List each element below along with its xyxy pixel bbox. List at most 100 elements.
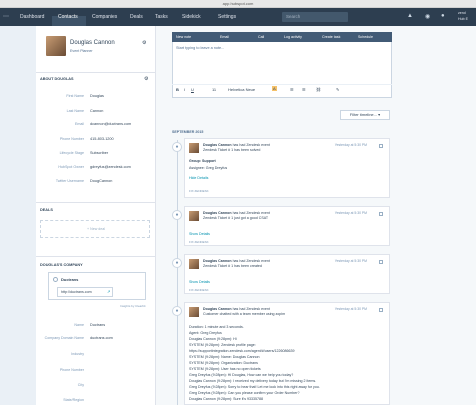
chat-line: Greg Dreyfus (9:28pm): Hi Douglas, How c… (189, 373, 294, 377)
pin-icon[interactable] (379, 144, 383, 148)
nav-companies[interactable]: Companies (92, 14, 117, 20)
menu-icon[interactable]: ⋯ (3, 13, 9, 20)
about-gear-icon[interactable]: ⚙ (144, 76, 148, 82)
company-card[interactable]: Ductrans http://ductrans.com ↗ (48, 272, 146, 300)
underline-icon[interactable]: U (191, 87, 194, 92)
last-name-label: Last Name (66, 109, 84, 113)
timeline-line (177, 140, 178, 405)
clearbit-note: Insights by Clearbit (120, 304, 146, 308)
attach-icon[interactable]: ✎ (336, 87, 339, 92)
timeline-card: Douglas Cannon has had Zendesk event Yes… (184, 206, 390, 246)
gear-icon[interactable]: ⚙ (142, 40, 146, 46)
state-label: State/Region (63, 398, 84, 402)
top-nav: ⋯ Dashboard Contacts Companies Deals Tas… (0, 8, 476, 34)
chat-line: SYSTEM (9:28pm): Name: Douglas Cannon (189, 355, 260, 359)
numbered-list-icon[interactable]: ☰ (302, 87, 306, 92)
chat-line: Agent: Greg Dreyfus (189, 331, 222, 335)
first-name-label: First Name (66, 94, 84, 98)
sidekick-icon[interactable]: ◉ (425, 13, 430, 20)
italic-icon[interactable]: I (184, 87, 185, 92)
link-icon[interactable]: ⛓ (316, 87, 321, 92)
divider (36, 202, 156, 203)
format-toolbar: B I U 11 Helvetica Neue A ☰ ☰ ⛓ ✎ (172, 84, 392, 92)
filter-timeline-button[interactable]: Filter timeline... ▾ (340, 110, 390, 120)
event-avatar (189, 143, 199, 153)
timeline-card: Douglas Cannon has had Zendesk event Yes… (184, 138, 390, 198)
tab-call[interactable]: Call (258, 35, 264, 39)
event-footer: FIX ZENDESK (189, 189, 209, 193)
event-subtitle: Customer chatted with a team member usin… (203, 312, 286, 316)
tab-create-task[interactable]: Create task (322, 35, 340, 39)
chat-line: Douglas Cannon (9:28pm): I received my d… (189, 379, 317, 383)
hide-details-link[interactable]: Hide Details (189, 176, 208, 180)
timeline-card: Douglas Cannon has had Zendesk event Yes… (184, 254, 390, 294)
pin-icon[interactable] (379, 308, 383, 312)
chat-line: Duration: 1 minute and 3 seconds. (189, 325, 244, 329)
event-avatar (189, 211, 199, 221)
app-window: app.hubspot.com ⋯ Dashboard Contacts Com… (0, 0, 476, 405)
lifecycle-value[interactable]: Subscriber (90, 151, 108, 155)
chat-line: Greg Dreyfus (9:28pm): Can you please co… (189, 391, 300, 395)
email-label: Email (75, 122, 84, 126)
phone-value[interactable]: 415-803-1200 (90, 137, 114, 141)
external-link-icon[interactable]: ↗ (107, 289, 110, 294)
show-details-link[interactable]: Show Details (189, 232, 210, 236)
chat-line: https://supportintegration.zendesk.com/a… (189, 349, 295, 353)
event-subtitle: Zendesk Ticket # 1 just got a good CSAT (203, 216, 269, 220)
first-name-value[interactable]: Douglas (90, 94, 104, 98)
timeline-dot: ● (172, 306, 182, 316)
email-value[interactable]: dcannon@ductrans.com (90, 122, 131, 126)
search-input[interactable]: Search (282, 12, 348, 22)
highlight-icon[interactable]: A (272, 86, 277, 91)
event-time: Yesterday at 5:30 PM (334, 259, 367, 263)
contact-sidebar (36, 26, 156, 405)
font-size-select[interactable]: 11 (212, 87, 216, 92)
academy-icon[interactable]: ▲ (407, 13, 413, 19)
nav-settings[interactable]: Settings (218, 14, 236, 20)
company-url-link[interactable]: http://ductrans.com (57, 287, 113, 297)
pin-icon[interactable] (379, 260, 383, 264)
deals-heading: DEALS (40, 208, 53, 212)
event-subtitle: Zendesk Ticket # 1 has been solved (203, 148, 261, 152)
divider (36, 256, 156, 257)
last-name-value[interactable]: Cannon (90, 109, 103, 113)
note-textarea[interactable]: Start typing to leave a note... (176, 46, 224, 50)
timeline-month: SEPTEMBER 2015 (172, 130, 204, 134)
browser-titlebar: app.hubspot.com (0, 0, 476, 8)
nav-sidekick[interactable]: Sidekick (182, 14, 201, 20)
event-footer: FIX ZENDESK (189, 288, 209, 292)
tab-log-activity[interactable]: Log activity (284, 35, 302, 39)
owner-value[interactable]: gdreyfus@zendesk.com (90, 165, 131, 169)
company-name: Ductrans (61, 277, 79, 282)
chat-line: SYSTEM (9:28pm): Organization: Ductrans (189, 361, 258, 365)
new-deal-button[interactable]: + New deal (40, 220, 150, 238)
nav-dashboard[interactable]: Dashboard (20, 14, 44, 20)
tab-new-note[interactable]: New note (176, 35, 191, 39)
bold-icon[interactable]: B (176, 87, 179, 92)
tab-email[interactable]: Email (220, 35, 229, 39)
lifecycle-label: Lifecycle Stage (59, 151, 84, 155)
domain-value[interactable]: ductrans.com (90, 336, 113, 340)
font-family-select[interactable]: Helvetica Neue (228, 87, 255, 92)
contact-name: Douglas Cannon (70, 40, 115, 46)
pin-icon[interactable] (379, 212, 383, 216)
city-label: City (77, 383, 84, 387)
list-icon[interactable]: ☰ (290, 87, 294, 92)
show-details-link[interactable]: Show Details (189, 280, 210, 284)
composer-tabs: New note Email Call Log activity Create … (172, 32, 392, 42)
twitter-value[interactable]: DougCannon (90, 179, 112, 183)
event-title: Douglas Cannon has had Zendesk event (203, 259, 270, 263)
chat-line: Greg Dreyfus (9:28pm): Sorry to hear tha… (189, 385, 320, 389)
about-heading: ABOUT DOUGLAS (40, 77, 74, 81)
company-name-value[interactable]: Ductrans (90, 323, 105, 327)
chat-line: SYSTEM (9:28pm): User has no open ticket… (189, 367, 261, 371)
nav-tasks[interactable]: Tasks (155, 14, 168, 20)
account-name[interactable]: zend (458, 11, 466, 15)
nav-deals[interactable]: Deals (130, 14, 143, 20)
event-subtitle: Zendesk Ticket # 1 has been created (203, 264, 262, 268)
company-phone-label: Phone Number (59, 368, 84, 372)
nav-contacts[interactable]: Contacts (58, 14, 78, 20)
url-bar[interactable]: app.hubspot.com (218, 1, 258, 7)
notifications-icon[interactable]: ● (441, 13, 445, 19)
tab-schedule[interactable]: Schedule (358, 35, 373, 39)
